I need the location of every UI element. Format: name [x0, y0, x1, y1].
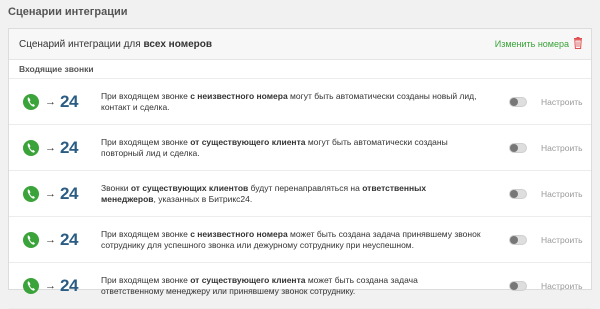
integration-logo: → 24	[23, 92, 93, 112]
section-title: Сценарии интеграции	[8, 6, 128, 18]
desc-bold-1: от существующего клиента	[190, 136, 306, 147]
phone-icon	[23, 185, 39, 202]
setup-link[interactable]: Настроить	[541, 189, 583, 199]
scenario-toggle[interactable]	[509, 280, 527, 291]
scenario-list: → 24 При входящем звонке с неизвестного …	[9, 78, 591, 309]
bitrix24-logo: 24	[60, 229, 78, 249]
bitrix24-logo: 24	[60, 91, 78, 111]
scenario-description: При входящем звонке с неизвестного номер…	[101, 229, 481, 251]
arrow-icon: →	[45, 279, 56, 292]
setup-link[interactable]: Настроить	[541, 97, 583, 107]
scenario-description: При входящем звонке от существующего кли…	[101, 137, 481, 159]
header-prefix: Сценарий интеграции для	[19, 38, 141, 50]
arrow-icon: →	[45, 141, 56, 154]
scenario-row: → 24 При входящем звонке с неизвестного …	[9, 217, 591, 263]
setup-link[interactable]: Настроить	[541, 143, 583, 153]
bitrix24-logo: 24	[60, 137, 78, 157]
phone-icon	[23, 277, 39, 294]
desc-part-1: Звонки	[101, 182, 131, 193]
integration-logo: → 24	[23, 230, 93, 250]
header-bold: всех номеров	[143, 38, 213, 50]
desc-part-3: , указанных в Битрикс24.	[153, 193, 253, 204]
change-numbers-link[interactable]: Изменить номера	[495, 39, 569, 49]
card-header: Сценарий интеграции для всех номеров Изм…	[9, 29, 591, 60]
setup-link[interactable]: Настроить	[541, 281, 583, 291]
arrow-icon: →	[45, 187, 56, 200]
trash-icon[interactable]	[573, 37, 583, 49]
integration-logo: → 24	[23, 276, 93, 296]
arrow-icon: →	[45, 233, 56, 246]
scenario-row: → 24 При входящем звонке от существующег…	[9, 125, 591, 171]
desc-bold-1: с неизвестного номера	[190, 228, 288, 239]
phone-icon	[23, 139, 39, 156]
scenario-description: При входящем звонке с неизвестного номер…	[101, 91, 481, 113]
toggle-knob	[510, 235, 518, 244]
incoming-calls-title: Входящие звонки	[19, 64, 94, 74]
scenario-description: Звонки от существующих клиентов будут пе…	[101, 183, 481, 205]
desc-bold-1: от существующих клиентов	[130, 182, 249, 193]
desc-bold-1: от существующего клиента	[190, 274, 306, 285]
desc-part-1: При входящем звонке	[101, 274, 191, 285]
toggle-knob	[510, 189, 518, 198]
toggle-knob	[510, 143, 518, 152]
phone-icon	[23, 93, 39, 110]
scenario-toggle[interactable]	[509, 188, 527, 199]
integration-logo: → 24	[23, 138, 93, 158]
setup-link[interactable]: Настроить	[541, 235, 583, 245]
desc-part-2: будут перенаправляться на	[248, 182, 363, 193]
bitrix24-logo: 24	[60, 275, 78, 295]
bitrix24-logo: 24	[60, 183, 78, 203]
scenario-toggle[interactable]	[509, 234, 527, 245]
toggle-knob	[510, 97, 518, 106]
desc-bold-1: с неизвестного номера	[190, 90, 288, 101]
integration-card: Сценарий интеграции для всех номеров Изм…	[8, 28, 592, 309]
scenario-toggle[interactable]	[509, 142, 527, 153]
integration-logo: → 24	[23, 184, 93, 204]
desc-part-1: При входящем звонке	[101, 136, 191, 147]
desc-part-1: При входящем звонке	[101, 228, 191, 239]
scenario-row: → 24 При входящем звонке от существующег…	[9, 263, 591, 309]
scenario-description: При входящем звонке от существующего кли…	[101, 275, 481, 297]
scenario-row: → 24 При входящем звонке с неизвестного …	[9, 78, 591, 125]
header-text: Сценарий интеграции для всех номеров	[19, 39, 212, 50]
scenario-toggle[interactable]	[509, 96, 527, 107]
arrow-icon: →	[45, 95, 56, 108]
scenario-row: → 24 Звонки от существующих клиентов буд…	[9, 171, 591, 217]
phone-icon	[23, 231, 39, 248]
desc-part-1: При входящем звонке	[101, 90, 191, 101]
